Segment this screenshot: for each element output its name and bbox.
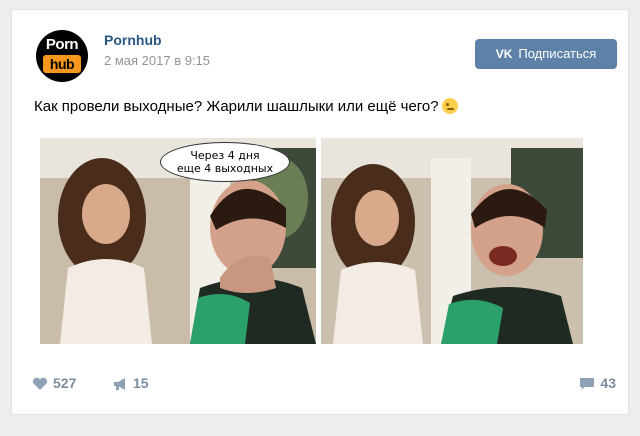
community-avatar[interactable]: Porn hub: [36, 30, 88, 82]
speech-bubble-line-1: Через 4 дня: [190, 149, 260, 162]
like-count: 527: [53, 375, 77, 391]
subscribe-label: Подписаться: [518, 46, 597, 61]
vk-logo-icon: VK: [495, 47, 513, 61]
speech-bubble-line-2: еще 4 выходных: [176, 162, 274, 175]
like-button[interactable]: 527: [32, 375, 76, 391]
avatar-logo-top: Porn: [45, 36, 79, 53]
heart-icon: [32, 377, 48, 390]
author-name[interactable]: Pornhub: [104, 32, 162, 48]
share-button[interactable]: 15: [112, 375, 149, 391]
comment-count: 43: [600, 375, 616, 391]
post-footer: 527 15 43: [12, 375, 630, 399]
share-count: 15: [133, 375, 149, 391]
winking-emoji-icon: [441, 98, 458, 114]
post-photo-1[interactable]: Через 4 дня еще 4 выходных: [40, 138, 316, 344]
post-card: Porn hub Pornhub 2 мая 2017 в 9:15 VK Под…: [11, 9, 629, 415]
subscribe-button[interactable]: VK Подписаться: [475, 39, 617, 69]
post-date[interactable]: 2 мая 2017 в 9:15: [104, 53, 210, 68]
megaphone-icon: [114, 378, 125, 390]
comments-button[interactable]: 43: [579, 375, 616, 391]
comment-icon: [580, 378, 595, 390]
post-text-body: Как провели выходные? Жарили шашлыки или…: [34, 98, 439, 115]
post-text: Как провели выходные? Жарили шашлыки или…: [34, 98, 458, 115]
speech-bubble: Через 4 дня еще 4 выходных: [160, 142, 290, 182]
avatar-logo-bottom: hub: [43, 55, 81, 73]
post-photo-2[interactable]: [321, 138, 583, 344]
